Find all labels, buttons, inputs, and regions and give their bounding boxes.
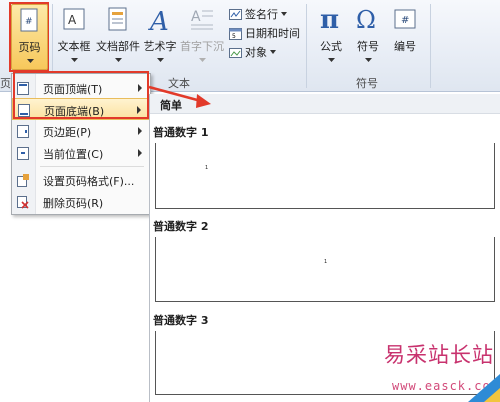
gallery-item-plain-number-1[interactable]: 1 [155,143,495,209]
submenu-arrow-icon [138,127,142,135]
signature-line-button[interactable]: 签名行 [229,5,287,23]
chevron-down-icon [27,59,34,63]
textbox-icon: A [63,8,85,30]
dropcap-button[interactable]: A 首字下沉 [178,6,226,66]
chevron-down-icon [71,58,78,62]
document-parts-button[interactable]: 文档部件 [95,6,141,66]
menu-item-label: 删除页码(R) [43,197,104,210]
wordart-icon: A [148,7,169,34]
svg-text:A: A [68,13,77,27]
svg-text:5: 5 [232,33,236,40]
group-label-symbols: 符号 [356,77,378,90]
omega-icon: Ω [356,6,376,32]
current-position-icon [17,147,29,160]
svg-text:#: # [25,17,33,27]
page-number-icon: # [20,8,38,32]
symbol-label: 符号 [357,40,379,53]
symbol-button[interactable]: Ω 符号 [350,6,386,66]
watermark-corner-accent-icon [484,388,500,402]
calendar-icon: 5 [229,27,242,40]
svg-text:A: A [191,9,201,25]
menu-item-format-page-numbers[interactable]: 设置页码格式(F)... [12,169,150,191]
gallery-item-title: 普通数字 1 [153,126,209,139]
menu-item-current-position[interactable]: 当前位置(C) [12,142,150,164]
date-time-label: 日期和时间 [245,27,300,40]
page-number-sample: 1 [324,259,328,265]
signature-icon [229,8,242,20]
formula-button[interactable]: π 公式 [312,6,350,66]
page-number-label: 页码 [18,41,41,54]
document-parts-label: 文档部件 [96,40,140,53]
pi-icon: π [320,6,339,32]
submenu-arrow-icon [138,149,142,157]
dropcap-icon: A [191,9,213,30]
page-number-button[interactable]: # 页码 [11,4,48,70]
group-divider [306,4,307,88]
gallery-item-title: 普通数字 3 [153,314,209,327]
gallery-item-plain-number-2[interactable]: 1 [155,237,495,302]
chevron-down-icon [328,58,335,62]
gallery-item-title: 普通数字 2 [153,220,209,233]
chevron-down-icon [115,58,122,62]
number-label: 编号 [394,40,416,53]
date-time-button[interactable]: 5 日期和时间 [229,24,300,42]
wordart-label: 艺术字 [143,40,177,53]
menu-item-remove-page-numbers[interactable]: 删除页码(R) [12,191,150,213]
number-icon: # [394,9,416,29]
site-watermark: 易采站长站 www.easck.com [370,335,500,402]
svg-text:Ω: Ω [356,6,376,32]
textbox-button[interactable]: A 文本框 [57,6,91,66]
dropcap-label: 首字下沉 [180,40,224,53]
menu-item-label: 设置页码格式(F)... [43,175,135,188]
number-button[interactable]: # 编号 [388,6,422,56]
svg-text:#: # [401,15,409,26]
menu-item-label: 当前位置(C) [43,148,104,161]
page-number-sample: 1 [205,165,209,171]
document-parts-icon [108,7,127,31]
menu-item-page-margins[interactable]: 页边距(P) [12,120,150,142]
menu-item-label: 页边距(P) [43,126,92,139]
wordart-button[interactable]: A 艺术字 [142,6,178,66]
format-page-number-icon [17,174,29,187]
group-divider [430,4,431,88]
menu-divider [40,166,144,167]
annotation-box-menu [13,71,149,119]
svg-text:A: A [148,7,169,34]
chevron-down-icon [157,58,164,62]
svg-text:π: π [320,6,339,32]
formula-label: 公式 [320,40,342,53]
chevron-down-icon [365,58,372,62]
delete-page-number-icon [17,196,29,209]
annotation-arrow [148,85,211,108]
chevron-down-icon [281,12,287,16]
object-label: 对象 [245,46,267,59]
object-icon [229,47,242,58]
page-margin-icon [17,125,29,138]
object-button[interactable]: 对象 [229,43,276,61]
textbox-label: 文本框 [57,40,91,53]
chevron-down-icon [270,50,276,54]
signature-label: 签名行 [245,8,278,21]
chevron-down-icon [199,58,206,62]
watermark-name: 易采站长站 [384,343,494,367]
